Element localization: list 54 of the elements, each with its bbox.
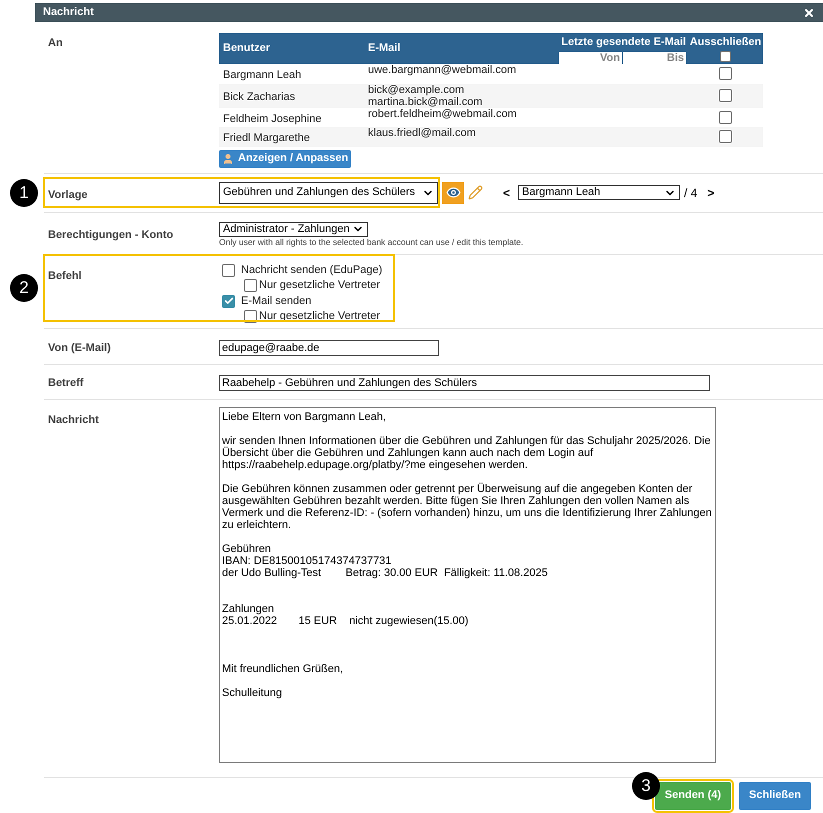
close-button[interactable]: Schließen	[739, 782, 811, 810]
page-count: / 4	[684, 184, 698, 202]
sender-email-field[interactable]: edupage@raabe.de	[219, 340, 439, 356]
checkbox[interactable]	[222, 264, 235, 276]
checkbox[interactable]	[719, 110, 732, 124]
field-label: An	[48, 37, 63, 49]
field-label: Von (E-Mail)	[48, 342, 111, 354]
email-address: robert.feldheim@webmail.com	[368, 108, 518, 120]
message-field[interactable]: Liebe Eltern von Bargmann Leah, wir senden Ihnen Informationen über die Gebühren und Zahlungen für das Schuljahr 2025/2026. Die Übersicht über die Gebühren und Zahlungen kann auch nach dem Login auf https://raabehelp.edupage.org/platby/?me eingesehen werden. Die Gebühren können zusammen oder getrennt per Überweisung auf die angegeben Konten der ausgewählten Gebühren bezahlt werden. Bitte fügen Sie Ihren Zahlungen den vollen Namen als Vermerk und die Referenz-ID: - (sofern vorhanden) hinzu, um uns die Identifizierung Ihrer Zahlungen zu erleichtern. Gebühren IBAN: DE81500105174374737731 der Udo Bulling-Test Betrag: 30.00 EUR Fälligkeit: 11.08.2025 Zahlungen 25.01.2022 15 EUR nicht zugewiesen(15.00) Mit freundlichen Grüßen, Schulleitung	[219, 406, 716, 762]
checkbox[interactable]	[244, 278, 257, 292]
date-from-field[interactable]: Von	[559, 52, 622, 66]
step-number-badge: 3	[632, 772, 660, 800]
email-address: klaus.friedl@mail.com	[368, 127, 477, 139]
email-address: bick@example.com	[368, 84, 466, 96]
close-icon[interactable]	[803, 6, 815, 18]
column-header: Ausschließen	[690, 35, 762, 50]
user-name: Feldheim Josephine	[223, 112, 322, 124]
show-adjust-button[interactable]: Anzeigen / Anpassen	[219, 150, 352, 168]
column-header: E-Mail	[368, 41, 400, 56]
option-label: E-Mail senden	[241, 294, 312, 309]
checkbox[interactable]	[719, 89, 732, 102]
previous-button[interactable]: <	[503, 184, 510, 202]
option-label: Nur gesetzliche Vertreter	[259, 308, 380, 324]
user-name: Bargmann Leah	[223, 69, 302, 81]
checkbox[interactable]	[222, 294, 235, 308]
field-label: Betreff	[48, 376, 84, 388]
checkbox[interactable]	[719, 130, 732, 144]
subject-field[interactable]: Raabehelp - Gebühren und Zahlungen des Schülers	[219, 374, 710, 391]
next-button[interactable]: >	[707, 184, 714, 202]
permission-note: Only user with all rights to the selected bank account can use / edit this template.	[219, 236, 524, 248]
field-label: Nachricht	[48, 414, 99, 426]
user-name: Friedl Margarethe	[223, 132, 310, 144]
checkbox[interactable]	[720, 50, 731, 62]
field-label: Vorlage	[48, 188, 88, 200]
step-number-badge: 1	[10, 179, 38, 207]
account-select[interactable]: Administrator - Zahlungen	[219, 222, 368, 236]
user-name: Bick Zacharias	[223, 90, 296, 103]
email-address: martina.bick@mail.com	[368, 96, 484, 108]
person-icon	[222, 152, 234, 164]
template-select[interactable]: Gebühren und Zahlungen des Schülers	[219, 182, 438, 204]
email-address: uwe.bargmann@webmail.com	[368, 64, 518, 76]
date-to-field[interactable]: Bis	[623, 52, 686, 66]
option-label: Nachricht senden (EduPage)	[241, 262, 382, 278]
eye-icon	[446, 185, 460, 200]
column-header: Benutzer	[223, 41, 270, 56]
step-number-badge: 2	[10, 274, 38, 302]
checkbox[interactable]	[719, 67, 732, 80]
student-select[interactable]: Bargmann Leah	[518, 185, 680, 200]
field-label: Berechtigungen - Konto	[48, 228, 174, 240]
option-label: Nur gesetzliche Vertreter	[259, 278, 380, 293]
column-header: Letzte gesendete E-Mail	[561, 35, 686, 50]
dialog-title: Nachricht	[43, 5, 94, 20]
field-label: Befehl	[48, 270, 82, 282]
preview-button[interactable]	[442, 182, 464, 204]
